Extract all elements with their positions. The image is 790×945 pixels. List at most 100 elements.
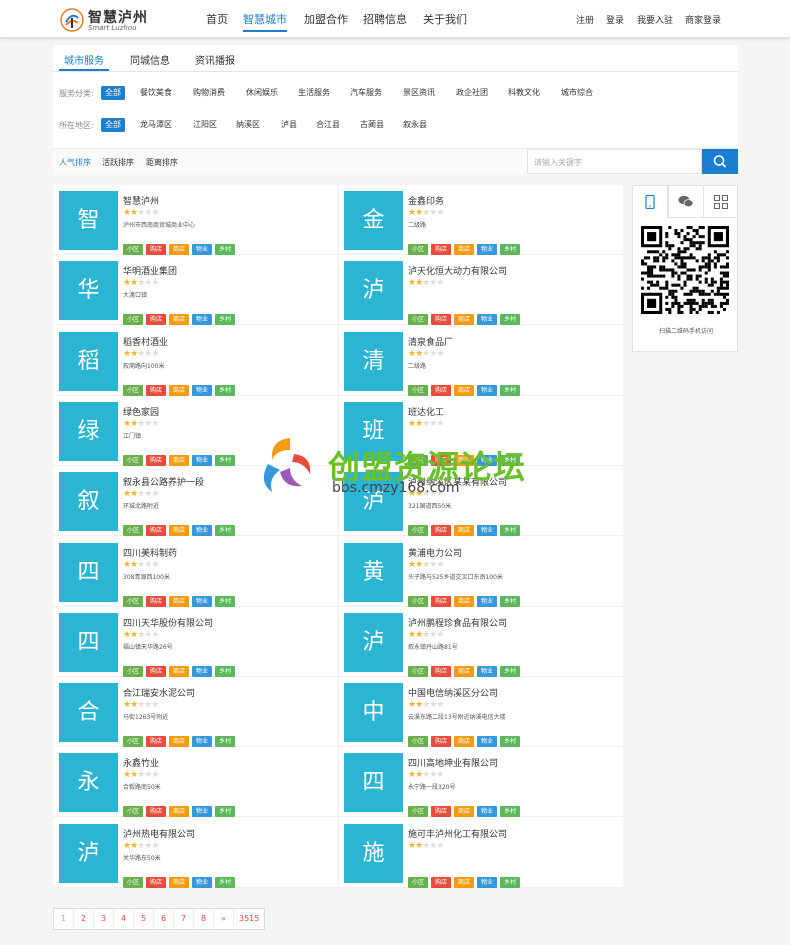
tag[interactable]: 乡村: [500, 314, 521, 326]
business-card[interactable]: 泸 泸州热电有限公司 ★★★★★ 关华路东50米 小区 购店 商店 物业 乡村: [53, 818, 338, 888]
tag[interactable]: 小区: [123, 384, 144, 396]
business-name[interactable]: 永鑫竹业: [123, 756, 159, 769]
tag[interactable]: 购店: [431, 806, 452, 818]
tag[interactable]: 小区: [408, 736, 429, 748]
tag[interactable]: 小区: [408, 665, 429, 677]
category-life[interactable]: 生活服务: [298, 86, 330, 100]
business-avatar[interactable]: 黄: [344, 542, 403, 602]
business-avatar[interactable]: 施: [344, 823, 403, 883]
sort-activity[interactable]: 活跃排序: [102, 157, 134, 168]
tag[interactable]: 购店: [146, 736, 167, 748]
nav-smart-city[interactable]: 智慧城市: [243, 11, 287, 27]
tab-local-info[interactable]: 同城信息: [130, 52, 170, 67]
tag[interactable]: 商店: [169, 454, 190, 466]
business-avatar[interactable]: 绿: [59, 401, 118, 461]
tag[interactable]: 购店: [431, 665, 452, 677]
tag[interactable]: 小区: [408, 384, 429, 396]
tag[interactable]: 物业: [477, 244, 498, 255]
tag[interactable]: 购店: [146, 806, 167, 818]
tag[interactable]: 物业: [192, 595, 213, 607]
tag[interactable]: 购店: [431, 876, 452, 888]
tag[interactable]: 购店: [146, 314, 167, 326]
category-shopping[interactable]: 购物消费: [193, 86, 225, 100]
region-xuyong[interactable]: 叙永县: [403, 118, 427, 132]
business-name[interactable]: 中国电信纳溪区分公司: [408, 686, 498, 699]
business-name[interactable]: 华明酒业集团: [123, 264, 177, 277]
business-avatar[interactable]: 金: [344, 191, 403, 250]
tag[interactable]: 小区: [408, 314, 429, 326]
region-gulin[interactable]: 古蔺县: [360, 118, 384, 132]
business-card[interactable]: 金 金鑫印务 ★★★★★ 二级路 小区 购店 商店 物业 乡村: [338, 185, 623, 255]
tab-apps[interactable]: [703, 186, 737, 218]
tag[interactable]: 乡村: [500, 244, 521, 255]
search-input[interactable]: 请输入关键字: [527, 149, 702, 174]
business-name[interactable]: 黄浦电力公司: [408, 546, 462, 559]
business-avatar[interactable]: 四: [59, 542, 118, 602]
tag[interactable]: 物业: [192, 454, 213, 466]
tag[interactable]: 商店: [169, 244, 190, 255]
tag[interactable]: 购店: [146, 876, 167, 888]
tag[interactable]: 商店: [454, 806, 475, 818]
business-avatar[interactable]: 清: [344, 331, 403, 391]
business-card[interactable]: 永 永鑫竹业 ★★★★★ 合毅路南50米 小区 购店 商店 物业 乡村: [53, 747, 338, 818]
sort-distance[interactable]: 距离排序: [146, 157, 178, 168]
business-avatar[interactable]: 稻: [59, 331, 118, 391]
tag[interactable]: 购店: [431, 525, 452, 537]
business-name[interactable]: 施可丰泸州化工有限公司: [408, 827, 507, 840]
business-card[interactable]: 清 清泉食品厂 ★★★★★ 二级路 小区 购店 商店 物业 乡村: [338, 326, 623, 396]
nav-home[interactable]: 首页: [206, 11, 228, 27]
tag[interactable]: 购店: [431, 244, 452, 255]
region-jiangyang[interactable]: 江阳区: [193, 118, 217, 132]
tag[interactable]: 小区: [123, 595, 144, 607]
tag[interactable]: 小区: [123, 314, 144, 326]
tab-city-service[interactable]: 城市服务: [64, 52, 104, 67]
tag[interactable]: 购店: [146, 454, 167, 466]
region-longmatan[interactable]: 龙马潭区: [140, 118, 172, 132]
business-name[interactable]: 叙永县公路养护一段: [123, 475, 204, 488]
tag[interactable]: 小区: [408, 244, 429, 255]
business-avatar[interactable]: 合: [59, 683, 118, 743]
business-card[interactable]: 四 四川美科制药 ★★★★★ 308青源西100米 小区 购店 商店 物业 乡村: [53, 537, 338, 607]
page-link[interactable]: 2: [74, 909, 94, 929]
tag[interactable]: 乡村: [215, 876, 236, 888]
business-card[interactable]: 华 华明酒业集团 ★★★★★ 大渡口镇 小区 购店 商店 物业 乡村: [53, 255, 338, 326]
business-avatar[interactable]: 四: [59, 612, 118, 672]
business-card[interactable]: 稻 稻香村酒业 ★★★★★ 叙蔺路向100米 小区 购店 商店 物业 乡村: [53, 326, 338, 396]
tag[interactable]: 商店: [169, 736, 190, 748]
business-name[interactable]: 泸州热电有限公司: [123, 827, 195, 840]
tag[interactable]: 商店: [454, 525, 475, 537]
tag[interactable]: 物业: [192, 525, 213, 537]
tag[interactable]: 商店: [169, 525, 190, 537]
tag[interactable]: 乡村: [215, 314, 236, 326]
category-all[interactable]: 全部: [101, 86, 125, 100]
tag[interactable]: 乡村: [500, 384, 521, 396]
business-avatar[interactable]: 泸: [344, 261, 403, 321]
tag[interactable]: 小区: [408, 876, 429, 888]
tag[interactable]: 商店: [454, 736, 475, 748]
business-card[interactable]: 中 中国电信纳溪区分公司 ★★★★★ 云溪东路二段13号附近纳溪电信大楼 小区购…: [338, 677, 623, 748]
tag[interactable]: 物业: [477, 525, 498, 537]
page-link[interactable]: 6: [154, 909, 174, 929]
tag[interactable]: 购店: [146, 525, 167, 537]
tag[interactable]: 小区: [123, 244, 144, 255]
tag[interactable]: 乡村: [500, 736, 521, 748]
business-avatar[interactable]: 智: [59, 191, 118, 250]
tag[interactable]: 物业: [477, 736, 498, 748]
tag[interactable]: 商店: [454, 876, 475, 888]
business-name[interactable]: 稻香村酒业: [123, 335, 168, 348]
tab-wechat[interactable]: [668, 186, 703, 218]
category-scenic[interactable]: 景区资讯: [403, 86, 435, 100]
tag[interactable]: 商店: [169, 314, 190, 326]
tag[interactable]: 物业: [477, 595, 498, 607]
tag[interactable]: 物业: [477, 384, 498, 396]
business-card[interactable]: 施 施可丰泸州化工有限公司 ★★★★★ 小区 购店 商店 物业 乡村: [338, 818, 623, 888]
search-button[interactable]: [702, 149, 738, 174]
tag[interactable]: 物业: [192, 806, 213, 818]
tag[interactable]: 物业: [192, 244, 213, 255]
business-name[interactable]: 清泉食品厂: [408, 335, 453, 348]
tag[interactable]: 乡村: [500, 806, 521, 818]
business-card[interactable]: 黄 黄浦电力公司 ★★★★★ 头子路与525乡道交叉口东南100米 小区 购店 商店…: [338, 537, 623, 607]
tag[interactable]: 购店: [146, 595, 167, 607]
tag[interactable]: 商店: [454, 665, 475, 677]
page-link[interactable]: 3: [94, 909, 114, 929]
